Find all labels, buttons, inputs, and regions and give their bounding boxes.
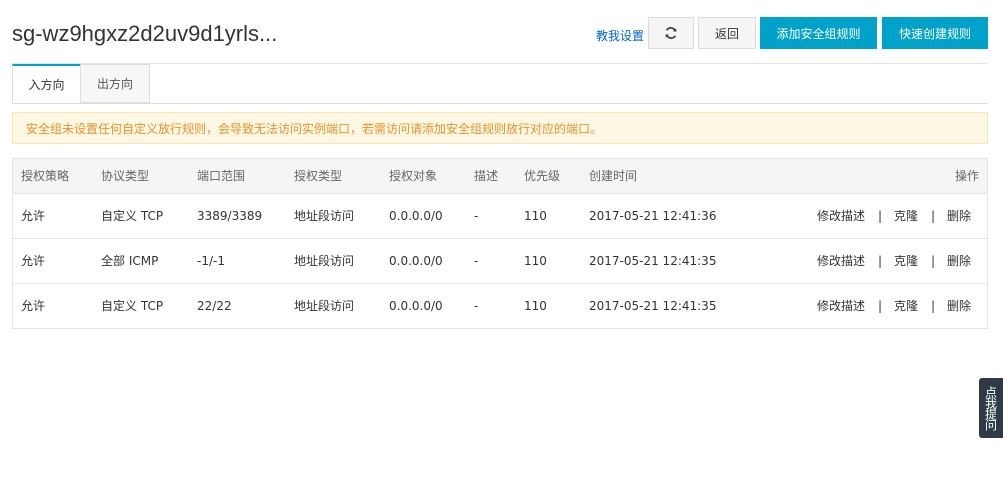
add-rule-button[interactable]: 添加安全组规则 [760,17,877,49]
cell-desc: - [474,254,479,268]
clone-link[interactable]: 克隆 [894,194,918,238]
col-auth-object: 授权对象 [389,169,438,183]
cell-policy: 允许 [21,209,46,223]
back-button[interactable]: 返回 [698,17,756,49]
table-row: 允许 自定义 TCP 22/22 地址段访问 0.0.0.0/0 - 110 2… [13,284,987,328]
page-header: sg-wz9hgxz2d2uv9d1yrls... 教我设置 返回 添加安全组规… [12,17,988,57]
clone-link[interactable]: 克隆 [894,284,918,328]
action-separator: | [878,299,883,313]
cell-port: -1/-1 [197,254,225,268]
cell-policy: 允许 [21,254,46,268]
direction-tabs: 入方向 出方向 [12,64,988,104]
edit-desc-link[interactable]: 修改描述 [817,194,865,238]
cell-auth-type: 地址段访问 [294,254,355,268]
refresh-button[interactable] [648,17,694,49]
cell-protocol: 全部 ICMP [101,254,159,268]
table-row: 允许 自定义 TCP 3389/3389 地址段访问 0.0.0.0/0 - 1… [13,194,987,239]
action-separator: | [878,209,883,223]
cell-policy: 允许 [21,299,46,313]
delete-link[interactable]: 删除 [947,194,971,238]
cell-port: 22/22 [197,299,232,313]
cell-desc: - [474,209,479,223]
tab-outbound[interactable]: 出方向 [80,64,150,103]
cell-auth-object: 0.0.0.0/0 [389,299,443,313]
cell-port: 3389/3389 [197,209,263,223]
col-priority: 优先级 [524,169,561,183]
warning-notice: 安全组未设置任何自定义放行规则，会导致无法访问实例端口，若需访问请添加安全组规则… [12,112,988,144]
cell-auth-object: 0.0.0.0/0 [389,209,443,223]
col-policy: 授权策略 [21,169,70,183]
rules-table: 授权策略 协议类型 端口范围 授权类型 授权对象 描述 优先级 创建时间 操作 … [12,158,988,329]
action-separator: | [931,209,936,223]
cell-priority: 110 [524,299,547,313]
cell-created: 2017-05-21 12:41:35 [589,254,717,268]
edit-desc-link[interactable]: 修改描述 [817,284,865,328]
page-title: sg-wz9hgxz2d2uv9d1yrls... [12,21,278,46]
cell-created: 2017-05-21 12:41:36 [589,209,717,223]
cell-auth-type: 地址段访问 [294,209,355,223]
clone-link[interactable]: 克隆 [894,239,918,283]
table-row: 允许 全部 ICMP -1/-1 地址段访问 0.0.0.0/0 - 110 2… [13,239,987,284]
delete-link[interactable]: 删除 [947,239,971,283]
tab-inbound[interactable]: 入方向 [12,64,81,103]
tutorial-link[interactable]: 教我设置 [596,27,644,44]
cell-created: 2017-05-21 12:41:35 [589,299,717,313]
cell-desc: - [474,299,479,313]
edit-desc-link[interactable]: 修改描述 [817,239,865,283]
cell-protocol: 自定义 TCP [101,299,164,313]
col-actions: 操作 [955,169,980,183]
col-desc: 描述 [474,169,499,183]
cell-auth-type: 地址段访问 [294,299,355,313]
action-separator: | [931,254,936,268]
col-auth-type: 授权类型 [294,169,343,183]
action-separator: | [878,254,883,268]
cell-protocol: 自定义 TCP [101,209,164,223]
delete-link[interactable]: 删除 [947,284,971,328]
col-port: 端口范围 [197,169,246,183]
col-created: 创建时间 [589,169,638,183]
cell-auth-object: 0.0.0.0/0 [389,254,443,268]
action-separator: | [931,299,936,313]
col-protocol: 协议类型 [101,169,150,183]
table-header: 授权策略 协议类型 端口范围 授权类型 授权对象 描述 优先级 创建时间 操作 [13,159,987,194]
quick-create-button[interactable]: 快速创建规则 [882,17,988,49]
refresh-icon [665,27,677,39]
ask-question-button[interactable]: 点我提问 [979,378,1003,438]
cell-priority: 110 [524,209,547,223]
cell-priority: 110 [524,254,547,268]
